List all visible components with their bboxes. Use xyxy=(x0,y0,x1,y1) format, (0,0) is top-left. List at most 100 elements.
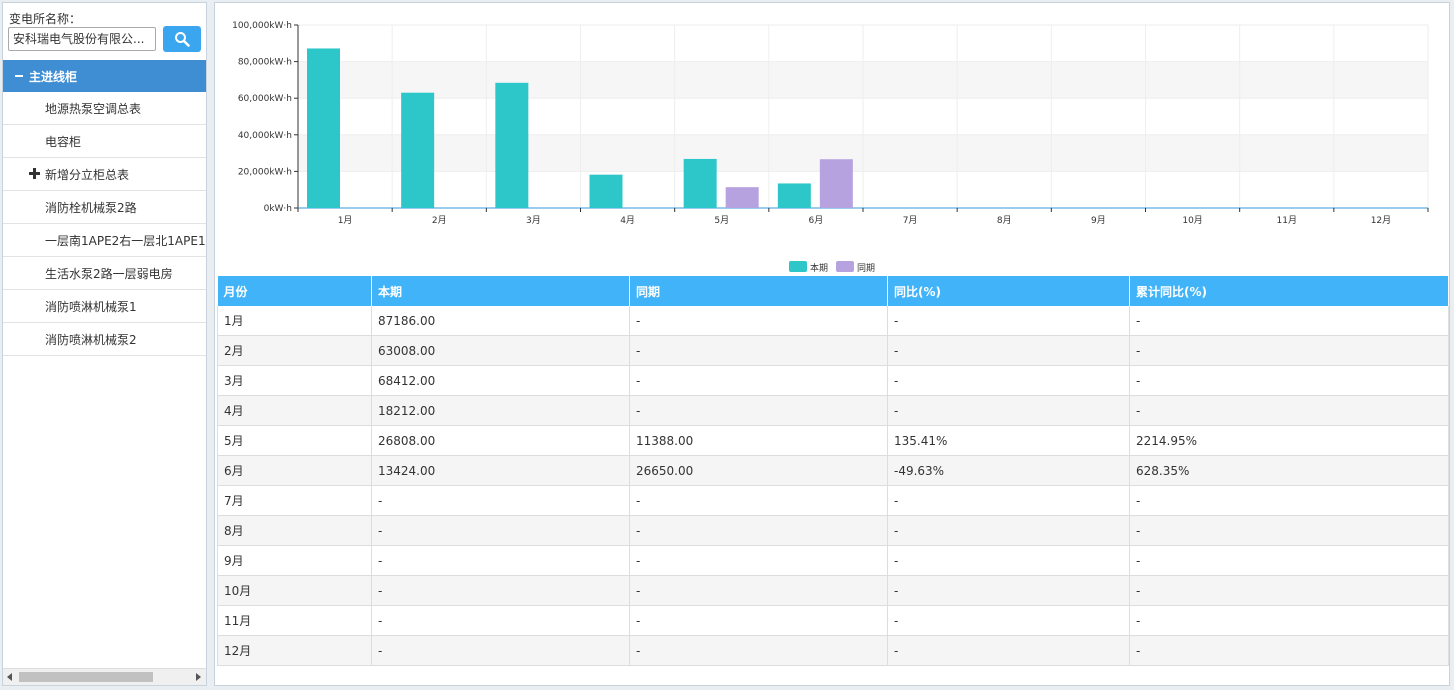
column-header: 月份 xyxy=(217,276,372,306)
table-cell: - xyxy=(629,395,888,426)
table-cell: - xyxy=(887,335,1130,366)
search-button[interactable] xyxy=(163,26,201,52)
table-cell: 2214.95% xyxy=(1129,425,1449,456)
tree-item[interactable]: 消防喷淋机械泵1 xyxy=(3,290,206,323)
table-row: 10月 - - - - xyxy=(217,575,1449,606)
table-row: 6月 13424.00 26650.00 -49.63% 628.35% xyxy=(217,455,1449,486)
table-cell: 10月 xyxy=(217,575,372,606)
table-cell: - xyxy=(1129,335,1449,366)
collapse-icon[interactable] xyxy=(15,75,23,77)
table-cell: - xyxy=(1129,545,1449,576)
table-cell: - xyxy=(371,515,630,546)
table-cell: - xyxy=(887,515,1130,546)
table-cell: - xyxy=(629,515,888,546)
sidebar-horizontal-scrollbar[interactable] xyxy=(3,668,206,685)
table-cell: 7月 xyxy=(217,485,372,516)
table-cell: 68412.00 xyxy=(371,365,630,396)
bar-current-period xyxy=(307,48,340,209)
bar-current-period xyxy=(683,158,717,208)
table-cell: 13424.00 xyxy=(371,455,630,486)
x-tick-label: 7月 xyxy=(903,215,918,226)
table-cell: - xyxy=(629,485,888,516)
y-tick-label: 80,000kW·h xyxy=(238,58,292,68)
station-name-input[interactable]: 安科瑞电气股份有限公... xyxy=(8,27,156,51)
x-tick-label: 12月 xyxy=(1371,215,1391,226)
x-tick-label: 2月 xyxy=(432,215,447,226)
tree-item[interactable]: 消防栓机械泵2路 xyxy=(3,191,206,224)
table-cell: - xyxy=(1129,306,1449,336)
table-cell: 2月 xyxy=(217,335,372,366)
table-cell: 9月 xyxy=(217,545,372,576)
table-cell: 135.41% xyxy=(887,425,1130,456)
table-row: 5月 26808.00 11388.00 135.41% 2214.95% xyxy=(217,425,1449,456)
table-row: 9月 - - - - xyxy=(217,545,1449,576)
tree-item[interactable]: 新增分立柜总表 xyxy=(3,158,206,191)
x-tick-label: 11月 xyxy=(1277,215,1297,226)
table-cell: - xyxy=(887,485,1130,516)
table-cell: - xyxy=(371,635,630,666)
search-icon xyxy=(175,32,190,47)
x-tick-label: 9月 xyxy=(1091,215,1106,226)
x-tick-label: 1月 xyxy=(338,215,353,226)
table-cell: 18212.00 xyxy=(371,395,630,426)
y-tick-label: 0kW·h xyxy=(264,204,292,214)
table-cell: - xyxy=(629,605,888,636)
table-cell: 5月 xyxy=(217,425,372,456)
y-tick-label: 20,000kW·h xyxy=(238,167,292,177)
table-row: 12月 - - - - xyxy=(217,635,1449,666)
column-header: 同比(%) xyxy=(887,276,1130,306)
tree-item-label: 消防喷淋机械泵1 xyxy=(45,299,137,314)
tree-item[interactable]: 消防喷淋机械泵2 xyxy=(3,323,206,356)
expand-plus-icon[interactable] xyxy=(29,168,40,179)
table-cell: - xyxy=(629,365,888,396)
tree-item[interactable]: 电容柜 xyxy=(3,125,206,158)
table-row: 4月 18212.00- - - xyxy=(217,395,1449,426)
table-cell: 87186.00 xyxy=(371,306,630,336)
bar-same-period xyxy=(725,187,759,208)
table-cell: - xyxy=(887,575,1130,606)
table-cell: - xyxy=(629,575,888,606)
table-cell: - xyxy=(1129,635,1449,666)
table-cell: 1月 xyxy=(217,306,372,336)
legend-swatch xyxy=(836,261,854,272)
table-cell: - xyxy=(887,635,1130,666)
x-tick-label: 4月 xyxy=(620,215,635,226)
x-tick-label: 10月 xyxy=(1182,215,1202,226)
table-cell: - xyxy=(1129,485,1449,516)
table-cell: - xyxy=(887,306,1130,336)
table-cell: - xyxy=(371,545,630,576)
table-cell: 26808.00 xyxy=(371,425,630,456)
sidebar: 变电所名称： 安科瑞电气股份有限公... 主进线柜 地源热泵空调总表 电容柜 新增分… xyxy=(2,2,207,686)
x-tick-label: 3月 xyxy=(526,215,541,226)
tree-item[interactable]: 地源热泵空调总表 xyxy=(3,92,206,125)
scroll-left-arrow-icon[interactable] xyxy=(7,673,12,681)
table-cell: - xyxy=(887,365,1130,396)
x-tick-label: 5月 xyxy=(714,215,729,226)
table-row: 7月 - - - - xyxy=(217,485,1449,516)
table-cell: - xyxy=(629,335,888,366)
station-name-label: 变电所名称： xyxy=(9,12,82,26)
table-cell: - xyxy=(887,605,1130,636)
device-tree: 主进线柜 地源热泵空调总表 电容柜 新增分立柜总表消防栓机械泵2路一层南1APE2右… xyxy=(3,60,206,356)
table-cell: 11月 xyxy=(217,605,372,636)
y-tick-label: 100,000kW·h xyxy=(232,21,292,31)
tree-item[interactable]: 一层南1APE2右一层北1APE1左 xyxy=(3,224,206,257)
table-cell: - xyxy=(629,545,888,576)
y-tick-label: 40,000kW·h xyxy=(238,131,292,141)
monthly-energy-table: 月份 本期 同期 同比(%) 累计同比(%) 1月 87186.00- - -2月 63008.… xyxy=(217,276,1449,666)
tree-root-main-incoming[interactable]: 主进线柜 xyxy=(3,60,206,92)
table-row: 11月 - - - - xyxy=(217,605,1449,636)
tree-item[interactable]: 生活水泵2路一层弱电房 xyxy=(3,257,206,290)
table-cell: - xyxy=(371,485,630,516)
table-row: 8月 - - - - xyxy=(217,515,1449,546)
table-cell: - xyxy=(887,545,1130,576)
tree-item-label: 消防栓机械泵2路 xyxy=(45,200,137,215)
table-cell: - xyxy=(629,306,888,336)
tree-item-label: 一层南1APE2右一层北1APE1左 xyxy=(45,233,206,248)
scroll-right-arrow-icon[interactable] xyxy=(196,673,201,681)
table-cell: 63008.00 xyxy=(371,335,630,366)
legend-label: 本期 xyxy=(810,262,828,274)
table-cell: 4月 xyxy=(217,395,372,426)
scrollbar-thumb[interactable] xyxy=(19,672,153,682)
x-tick-label: 8月 xyxy=(997,215,1012,226)
